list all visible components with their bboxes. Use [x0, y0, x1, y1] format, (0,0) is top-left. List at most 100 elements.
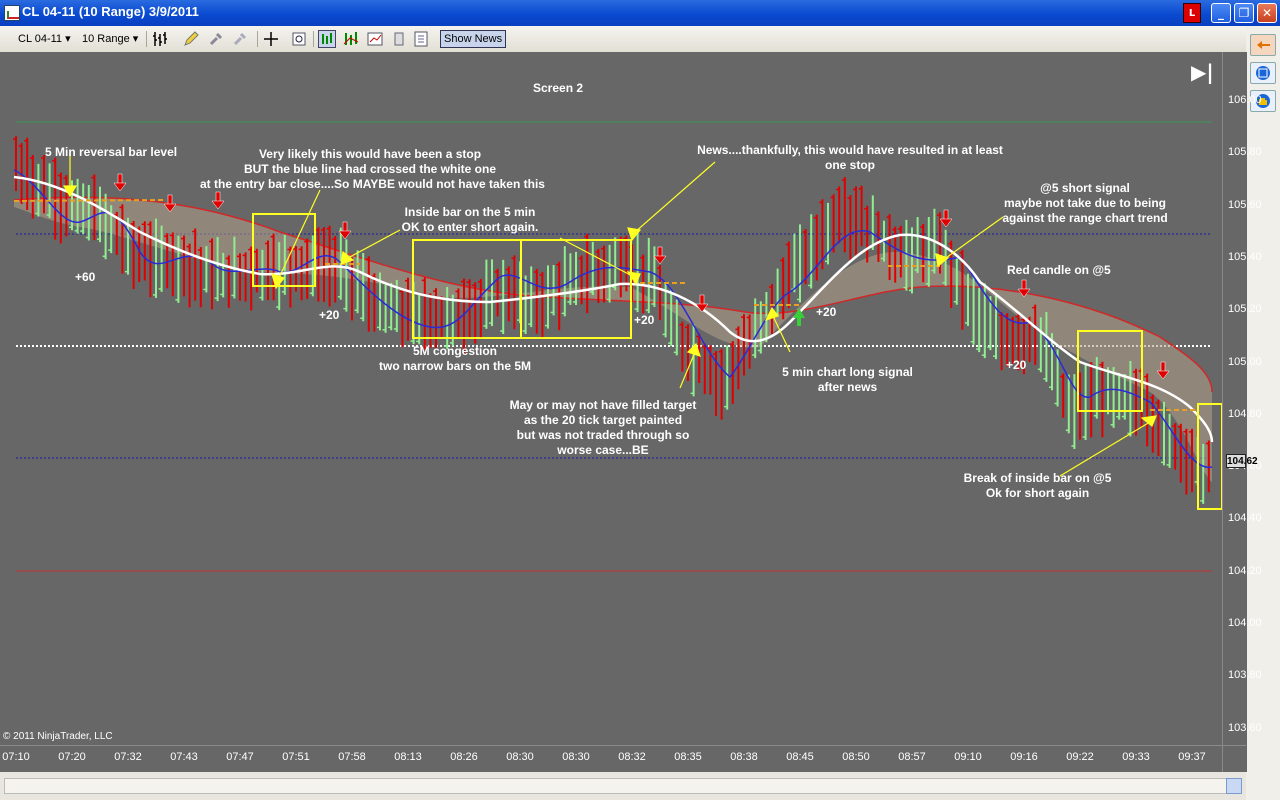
properties-icon[interactable] [390, 30, 408, 48]
annotation-reversal: 5 Min reversal bar level [45, 145, 178, 159]
price-tick-label: 104.80 [1228, 407, 1262, 420]
scrollbar-thumb[interactable] [1226, 778, 1242, 794]
minimize-icon[interactable]: _ [1211, 3, 1231, 23]
time-tick-label: 08:32 [618, 751, 646, 763]
short-signal-arrow [215, 191, 221, 203]
back-arrow-icon[interactable] [1250, 34, 1276, 56]
time-tick-label: 08:26 [450, 751, 478, 763]
short-signal-arrow [167, 194, 173, 206]
price-tick-label: 103.80 [1228, 669, 1262, 682]
annotation-line: at the entry bar close....So MAYBE would… [200, 177, 545, 191]
annotation-short-signal: @5 short signal maybe not take due to be… [990, 181, 1180, 226]
annotation-target: May or may not have filled target as the… [490, 398, 716, 458]
show-news-button[interactable]: Show News [440, 30, 507, 48]
time-tick-label: 09:10 [954, 751, 982, 763]
annotation-line: @5 short signal [1040, 181, 1130, 195]
window-linking-icon[interactable] [1250, 62, 1276, 84]
zoom-icon[interactable] [290, 30, 308, 48]
short-signal-arrow [117, 173, 123, 185]
restore-icon[interactable]: ❐ [1234, 3, 1254, 23]
time-tick-label: 08:30 [506, 751, 534, 763]
annotation-line: OK to enter short again. [401, 220, 539, 234]
strategies-icon[interactable] [366, 30, 384, 48]
last-price-marker: 104.62 [1226, 454, 1258, 468]
skip-forward-icon[interactable]: ▶| [1191, 60, 1217, 84]
short-signal-arrowhead [211, 200, 225, 210]
chart-style-icon[interactable] [318, 30, 336, 48]
profit-label: +20 [816, 305, 837, 319]
time-tick-label: 07:10 [2, 751, 30, 763]
annotation-line: 5 min chart long signal [782, 365, 913, 379]
interval-label: 10 Range [82, 33, 130, 45]
short-signal-arrow [342, 221, 348, 233]
time-tick-label: 09:33 [1122, 751, 1150, 763]
profit-label: +20 [634, 313, 655, 327]
magnet-icon[interactable] [208, 30, 226, 48]
toolbar-divider [146, 31, 147, 47]
price-tick-label: 104.20 [1228, 564, 1262, 577]
short-signal-arrow [699, 294, 705, 306]
price-tick-label: 105.00 [1228, 355, 1262, 368]
data-box-icon[interactable] [412, 30, 430, 48]
interval-selector[interactable]: 10 Range ▾ [82, 30, 138, 48]
indicators-icon[interactable] [342, 30, 360, 48]
close-icon[interactable]: ✕ [1257, 3, 1277, 23]
scrollbar-track[interactable] [4, 778, 1242, 794]
short-signal-arrowhead [939, 218, 953, 228]
title-bar: CL 04-11 (10 Range) 3/9/2011 L _ ❐ ✕ [0, 0, 1280, 26]
profit-label: +20 [1006, 358, 1027, 372]
crosshair-disabled-icon[interactable] [232, 30, 250, 48]
instrument-selector[interactable]: CL 04-11 ▾ [18, 30, 71, 48]
price-tick-label: 106.00 [1228, 94, 1262, 106]
annotation-break: Break of inside bar on @5 Ok for short a… [950, 471, 1125, 501]
horizontal-scrollbar[interactable] [0, 772, 1246, 800]
short-signal-arrow [943, 209, 949, 221]
time-tick-label: 08:13 [394, 751, 422, 763]
crosshair-icon[interactable] [262, 30, 280, 48]
price-tick-label: 105.40 [1228, 250, 1262, 263]
annotation-line: BUT the blue line had crossed the white … [243, 162, 497, 176]
price-tick-label: 105.80 [1228, 146, 1262, 159]
profit-label: +60 [75, 270, 96, 284]
chevron-down-icon: ▾ [132, 33, 139, 45]
time-tick-label: 09:37 [1178, 751, 1206, 763]
short-signal-arrow [1021, 279, 1027, 291]
annotation-line: against the range chart trend [1002, 211, 1168, 225]
price-chart[interactable]: Screen 2 ▶| 5 Min reversal bar level Ver… [0, 52, 1262, 773]
annotation-line: maybe not take due to being [1003, 196, 1167, 210]
drawing-tool-pencil-icon[interactable] [182, 30, 200, 48]
connection-status-badge[interactable]: L [1183, 3, 1201, 23]
annotation-line: but was not traded through so [516, 428, 690, 442]
price-axis[interactable]: 106.00 105.80 105.60 105.40 105.20 105.00 104.… [1222, 52, 1262, 772]
price-tick-label: 103.60 [1228, 721, 1262, 734]
time-tick-label: 07:51 [282, 751, 310, 763]
annotation-line: Ok for short again [985, 486, 1090, 500]
time-tick-label: 07:47 [226, 751, 254, 763]
annotation-line: after news [817, 380, 878, 394]
window-title: CL 04-11 (10 Range) 3/9/2011 [22, 4, 199, 19]
time-tick-label: 08:30 [562, 751, 590, 763]
annotation-line: Break of inside bar on @5 [963, 471, 1112, 485]
time-tick-label: 08:38 [730, 751, 758, 763]
time-tick-label: 07:32 [114, 751, 142, 763]
time-tick-label: 08:50 [842, 751, 870, 763]
screen-label: Screen 2 [533, 81, 584, 95]
time-axis[interactable]: 07:10 07:20 07:32 07:43 07:47 07:51 07:58 08:13… [0, 745, 1246, 773]
short-signal-arrowhead [653, 255, 667, 265]
time-tick-label: 07:20 [58, 751, 86, 763]
annotation-red-candle: Red candle on @5 [1007, 263, 1111, 277]
bar-type-icon[interactable] [152, 30, 170, 48]
time-tick-label: 08:45 [786, 751, 814, 763]
annotation-line: 5M congestion [412, 344, 497, 358]
price-tick-label: 105.20 [1228, 303, 1262, 316]
toolbar-divider [257, 31, 258, 47]
price-tick-label: 104.00 [1228, 617, 1262, 629]
annotation-congestion: 5M congestion two narrow bars on the 5M [360, 344, 550, 374]
annotation-line: Inside bar on the 5 min [404, 205, 536, 219]
annotation-line: one stop [825, 158, 875, 172]
time-tick-label: 09:16 [1010, 751, 1038, 763]
ninjatrader-chart-icon [4, 5, 20, 21]
time-tick-label: 07:43 [170, 751, 198, 763]
time-tick-label: 07:58 [338, 751, 366, 763]
profit-label: +20 [319, 308, 340, 322]
